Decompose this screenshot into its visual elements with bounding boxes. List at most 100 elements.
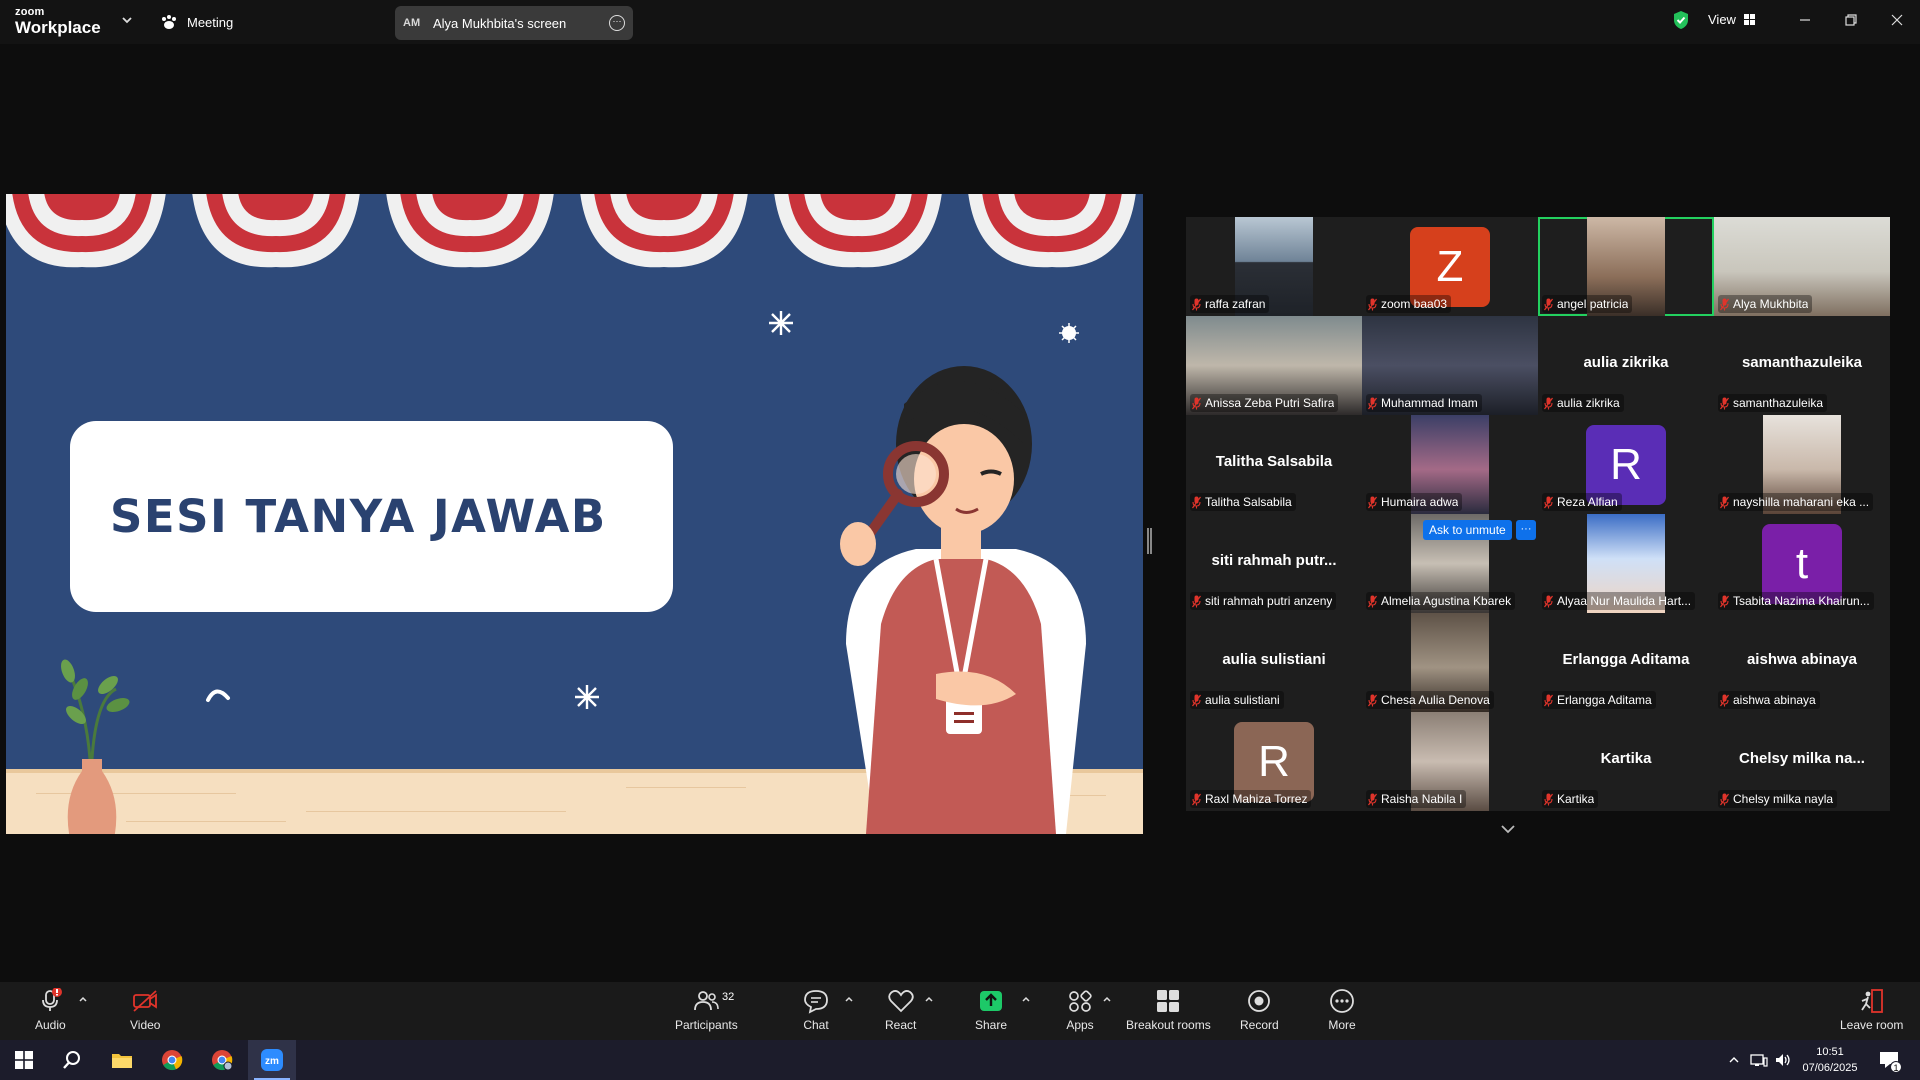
participant-tile[interactable]: siti rahmah putr... siti rahmah putri anz… bbox=[1186, 514, 1362, 613]
participant-tile[interactable]: R Reza Alfian bbox=[1538, 415, 1714, 514]
zoom-app-icon: zm bbox=[261, 1049, 283, 1071]
network-icon[interactable] bbox=[1750, 1052, 1768, 1068]
plant-vase-illustration bbox=[61, 659, 130, 834]
participant-tile[interactable]: nayshilla maharani eka ... bbox=[1714, 415, 1890, 514]
show-hidden-icons-caret-icon[interactable] bbox=[1728, 1055, 1740, 1065]
participant-tile[interactable]: aishwa abinaya aishwa abinaya bbox=[1714, 613, 1890, 712]
participant-tile[interactable]: R Raxl Mahiza Torrez bbox=[1186, 712, 1362, 811]
audio-options-caret-icon[interactable] bbox=[78, 995, 88, 1003]
more-label: More bbox=[1328, 1018, 1356, 1032]
participant-tile[interactable]: Zzoom baa03 bbox=[1362, 217, 1538, 316]
minimize-button[interactable] bbox=[1782, 0, 1828, 40]
security-shield-icon[interactable] bbox=[1672, 10, 1690, 30]
participant-display-name: siti rahmah putr... bbox=[1211, 552, 1337, 569]
participant-display-name: aulia sulistiani bbox=[1222, 651, 1326, 668]
react-options-caret-icon[interactable] bbox=[924, 995, 934, 1003]
apps-options-caret-icon[interactable] bbox=[1102, 995, 1112, 1003]
participant-name-label: Chesa Aulia Denova bbox=[1366, 691, 1494, 709]
leave-room-button[interactable]: Leave room bbox=[1840, 988, 1903, 1032]
search-button[interactable] bbox=[48, 1040, 96, 1080]
system-clock[interactable]: 10:51 07/06/2025 bbox=[1795, 1044, 1865, 1076]
gallery-next-page-icon[interactable] bbox=[1497, 822, 1519, 836]
muted-mic-icon bbox=[1368, 397, 1377, 409]
react-button[interactable]: React bbox=[885, 988, 916, 1032]
chrome-profile-taskbar-button[interactable] bbox=[198, 1040, 246, 1080]
share-options-caret-icon[interactable] bbox=[1021, 995, 1031, 1003]
screen-share-indicator[interactable]: AM Alya Mukhbita's screen ··· bbox=[395, 6, 633, 40]
notification-count: 1 bbox=[1890, 1061, 1902, 1073]
participant-tile[interactable]: Raisha Nabila I bbox=[1362, 712, 1538, 811]
participant-name: aulia zikrika bbox=[1557, 396, 1620, 410]
muted-mic-icon bbox=[1720, 694, 1729, 706]
slide-title: SESI TANYA JAWAB bbox=[110, 490, 607, 543]
participant-name: Humaira adwa bbox=[1381, 495, 1459, 509]
chevron-down-icon[interactable] bbox=[120, 13, 134, 27]
svg-text:zm: zm bbox=[265, 1056, 279, 1067]
chrome-icon bbox=[162, 1050, 183, 1071]
panel-resize-handle[interactable] bbox=[1147, 528, 1152, 554]
participant-display-name: Talitha Salsabila bbox=[1215, 453, 1333, 470]
participant-tile[interactable]: Talitha Salsabila Talitha Salsabila bbox=[1186, 415, 1362, 514]
apps-button[interactable]: Apps bbox=[1066, 988, 1094, 1032]
restore-button[interactable] bbox=[1828, 0, 1874, 40]
audio-button[interactable]: Audio bbox=[35, 988, 66, 1032]
slide-title-box: SESI TANYA JAWAB bbox=[70, 421, 673, 612]
participant-tile[interactable]: Muhammad Imam bbox=[1362, 316, 1538, 415]
participant-tile[interactable]: Humaira adwa bbox=[1362, 415, 1538, 514]
bunting-decoration bbox=[774, 194, 942, 268]
zoom-taskbar-button[interactable]: zm bbox=[248, 1040, 296, 1080]
participant-tile[interactable]: Chelsy milka na... Chelsy milka nayla bbox=[1714, 712, 1890, 811]
share-label: Share bbox=[975, 1018, 1008, 1032]
video-label: Video bbox=[130, 1018, 161, 1032]
participant-name: Chesa Aulia Denova bbox=[1381, 693, 1490, 707]
participant-name: zoom baa03 bbox=[1381, 297, 1448, 311]
participant-tile[interactable]: angel patricia bbox=[1538, 217, 1714, 316]
more-button[interactable]: More bbox=[1328, 988, 1356, 1032]
participant-tile[interactable]: Chesa Aulia Denova bbox=[1362, 613, 1538, 712]
paw-icon bbox=[162, 15, 176, 29]
participant-display-name: Chelsy milka na... bbox=[1739, 750, 1865, 767]
participant-tile[interactable]: Erlangga Aditama Erlangga Aditama bbox=[1538, 613, 1714, 712]
participant-tile[interactable]: Alya Mukhbita bbox=[1714, 217, 1890, 316]
chat-options-caret-icon[interactable] bbox=[844, 995, 854, 1003]
participant-tile[interactable]: aulia sulistiani aulia sulistiani bbox=[1186, 613, 1362, 712]
participant-name-label: Alyaa Nur Maulida Hart... bbox=[1542, 592, 1696, 610]
participant-tile[interactable]: Kartika Kartika bbox=[1538, 712, 1714, 811]
ask-to-unmute-button[interactable]: Ask to unmute bbox=[1423, 520, 1512, 540]
participant-tile[interactable]: Alyaa Nur Maulida Hart... bbox=[1538, 514, 1714, 613]
share-button[interactable]: Share bbox=[975, 988, 1007, 1032]
meeting-tab[interactable]: Meeting bbox=[160, 11, 233, 33]
chat-icon bbox=[804, 990, 828, 1014]
clock-date: 07/06/2025 bbox=[1802, 1062, 1858, 1074]
participant-name-label: Raxl Mahiza Torrez bbox=[1190, 790, 1312, 808]
participant-display-name: aishwa abinaya bbox=[1746, 651, 1858, 668]
video-button[interactable]: Video bbox=[130, 988, 160, 1032]
muted-mic-icon bbox=[1192, 793, 1201, 805]
participant-name: Raxl Mahiza Torrez bbox=[1205, 792, 1308, 806]
chat-button[interactable]: Chat bbox=[802, 988, 830, 1032]
file-explorer-taskbar-button[interactable] bbox=[98, 1040, 146, 1080]
breakout-rooms-button[interactable]: Breakout rooms bbox=[1126, 988, 1211, 1032]
chrome-taskbar-button[interactable] bbox=[148, 1040, 196, 1080]
participant-tile[interactable]: t Tsabita Nazima Khairun... bbox=[1714, 514, 1890, 613]
apps-label: Apps bbox=[1066, 1018, 1094, 1032]
participant-name-label: Muhammad Imam bbox=[1366, 394, 1482, 412]
record-button[interactable]: Record bbox=[1240, 988, 1279, 1032]
participant-tile[interactable]: samanthazuleika samanthazuleika bbox=[1714, 316, 1890, 415]
search-icon bbox=[63, 1051, 80, 1069]
participant-name: Anissa Zeba Putri Safira bbox=[1205, 396, 1335, 410]
swirl-decoration bbox=[206, 689, 230, 702]
zoom-workplace-logo[interactable]: zoom Workplace bbox=[15, 7, 101, 37]
girl-magnifier-illustration bbox=[840, 366, 1086, 834]
participant-tile[interactable]: raffa zafran bbox=[1186, 217, 1362, 316]
participant-tile[interactable]: Anissa Zeba Putri Safira bbox=[1186, 316, 1362, 415]
volume-icon[interactable] bbox=[1774, 1052, 1792, 1068]
start-button[interactable] bbox=[0, 1040, 48, 1080]
view-button[interactable]: View bbox=[1708, 12, 1755, 27]
tile-more-options-button[interactable]: ··· bbox=[1516, 520, 1536, 540]
participant-tile[interactable]: aulia zikrika aulia zikrika bbox=[1538, 316, 1714, 415]
more-options-icon[interactable]: ··· bbox=[609, 15, 625, 31]
notifications-button[interactable]: 1 bbox=[1878, 1049, 1902, 1073]
close-button[interactable] bbox=[1874, 0, 1920, 40]
record-label: Record bbox=[1240, 1018, 1279, 1032]
